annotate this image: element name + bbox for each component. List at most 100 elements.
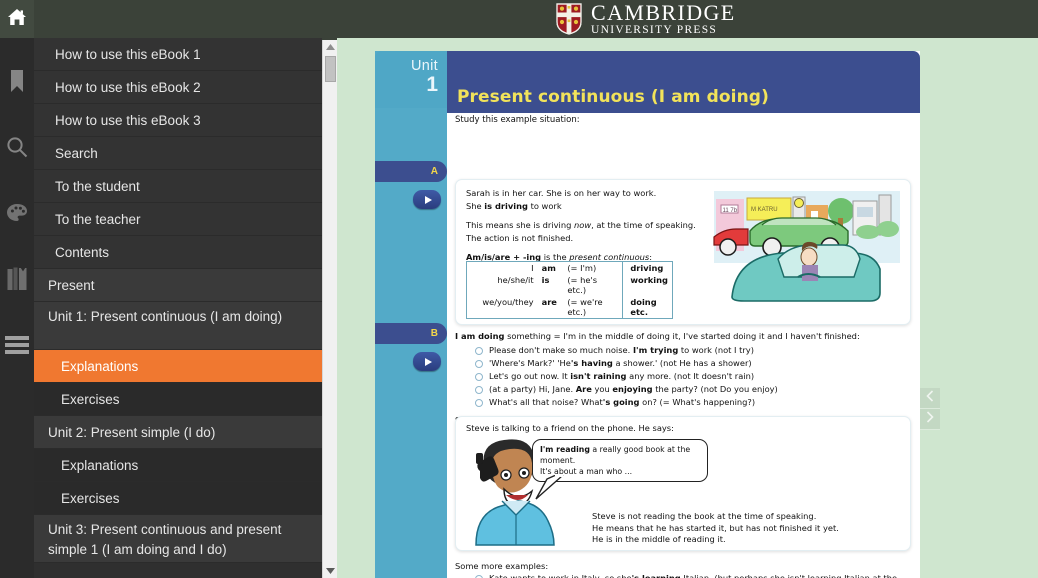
home-icon — [7, 8, 27, 31]
cambridge-logo: CAMBRIDGE UNIVERSITY PRESS — [556, 0, 736, 38]
example-p1-c: to work — [527, 200, 562, 211]
section-band-a: A — [375, 161, 447, 182]
palette-icon — [6, 203, 28, 227]
phone-note-l1: Steve is not reading the book at the tim… — [592, 511, 817, 521]
bullet-bold: 's going — [602, 396, 640, 407]
bullet-pre: Please don't make so much noise. — [489, 344, 633, 355]
bullet-mid: you — [591, 383, 613, 394]
sidebar-item-how-to-use-this-ebook-3[interactable]: How to use this eBook 3 — [34, 104, 322, 137]
example-p2-b: , at the time of speaking. — [591, 220, 696, 230]
speech-bubble-tail — [535, 475, 564, 500]
section-b-example-item: Please don't make so much noise. I'm try… — [475, 345, 915, 357]
sidebar-item-how-to-use-this-ebook-2[interactable]: How to use this eBook 2 — [34, 71, 322, 104]
scrollbar-thumb[interactable] — [325, 56, 336, 82]
example-p2: This means she is driving now, at the ti… — [466, 219, 701, 244]
section-b-intro-rest: something = I'm in the middle of doing i… — [504, 331, 860, 341]
ebook-reader-app: CAMBRIDGE UNIVERSITY PRESS How to use th… — [0, 0, 1038, 578]
car-illustration: 11 7b M KATRU — [713, 191, 900, 302]
section-b-example-item: Let's go out now. It isn't raining any m… — [475, 371, 915, 383]
ebook-page: Unit 1 A B C Present continuous (I am do… — [375, 51, 920, 578]
bullet-bold: I'm trying — [632, 344, 679, 355]
unit-badge: Unit 1 — [375, 51, 447, 108]
top-bar: CAMBRIDGE UNIVERSITY PRESS — [0, 0, 1038, 38]
library-icon-button[interactable] — [0, 248, 34, 314]
sidebar-item-explanations[interactable]: Explanations — [34, 350, 322, 383]
bullet-bold: 's having — [570, 357, 613, 368]
example-p2-italic: now — [574, 220, 592, 230]
sidebar-item-to-the-teacher[interactable]: To the teacher — [34, 203, 322, 236]
home-button[interactable] — [0, 0, 34, 38]
sidebar-item-label: Exercises — [61, 491, 120, 506]
bullet-bold2: enjoying — [612, 383, 653, 394]
sidebar-item-label: Search — [55, 146, 98, 161]
prev-page-arrow — [926, 389, 934, 407]
sidebar-item-search[interactable]: Search — [34, 137, 322, 170]
sidebar-item-unit-1-present-continuous-i-am-doing[interactable]: Unit 1: Present continuous (I am doing) — [34, 302, 322, 350]
sidebar-item-label: Explanations — [61, 458, 139, 473]
sidebar-item-exercises[interactable]: Exercises — [34, 482, 322, 515]
sidebar-item-explanations[interactable]: Explanations — [34, 449, 322, 482]
sidebar-item-label: Present — [48, 278, 95, 293]
bubble-line-2: It's about a man who ... — [540, 467, 633, 476]
verb-form-ing: working — [622, 274, 672, 296]
more-examples-list: Kate wants to work in Italy, so she's le… — [455, 573, 915, 578]
example-p1-b: She — [466, 200, 485, 211]
sidebar-item-present[interactable]: Present — [34, 269, 322, 302]
sidebar-item-unit-2-present-simple-i-do[interactable]: Unit 2: Present simple (I do) — [34, 416, 322, 449]
sidebar-item-label: Unit 1: Present continuous (I am doing) — [48, 309, 283, 324]
unit-title-bar: Present continuous (I am doing) — [447, 51, 920, 113]
sidebar-scrollbar[interactable] — [322, 40, 337, 578]
bullet-bold: Are — [575, 383, 592, 394]
title-end: ) — [761, 87, 769, 107]
bullet-post: a shower.' (not He has a shower) — [612, 357, 752, 368]
sidebar-item-exercises[interactable]: Exercises — [34, 383, 322, 416]
prev-page-button[interactable] — [920, 388, 940, 409]
more-examples-section: Some more examples: Kate wants to work i… — [455, 561, 915, 578]
example-p2-c: The action is not finished. — [466, 232, 574, 243]
sidebar-item-unit-3-present-continuous-and-present-simple-1-i-am-doing-and-i-do[interactable]: Unit 3: Present continuous and present s… — [34, 515, 322, 563]
table-of-contents-sidebar[interactable]: How to use this eBook 1 How to use this e… — [34, 38, 322, 578]
verb-form-subject: I — [531, 263, 534, 273]
sidebar-item-label: To the teacher — [55, 212, 141, 227]
play-audio-b[interactable] — [413, 352, 441, 371]
bubble-bold: I'm reading — [540, 445, 590, 454]
phone-note-l2: He means that he has started it, but has… — [592, 522, 839, 533]
verb-form-table: Iam (= I'm) driving he/she/it is (= he's etc.… — [466, 261, 673, 319]
section-a-lead: Study this example situation: — [455, 115, 580, 125]
bullet-bold: 's learning — [631, 572, 681, 578]
section-b-intro: I am doing something = I'm in the middle… — [455, 331, 915, 343]
sidebar-item-contents[interactable]: Contents — [34, 236, 322, 269]
scroll-down-arrow[interactable] — [323, 564, 338, 578]
menu-icon-button[interactable] — [0, 314, 34, 380]
section-b-example-item: What's all that noise? What's going on? … — [475, 397, 915, 409]
sidebar-item-label: Unit 3: Present continuous and present s… — [48, 522, 282, 557]
verb-form-contraction: (= I'm) — [567, 263, 597, 273]
verb-form-row: he/she/it is (= he's etc.) working — [467, 274, 672, 296]
more-examples-title: Some more examples: — [455, 561, 549, 571]
sidebar-item-label: Contents — [55, 245, 110, 260]
example-box: Sarah is in her car. She is on her way t… — [455, 179, 911, 325]
play-audio-a[interactable] — [413, 190, 441, 209]
palette-icon-button[interactable] — [0, 182, 34, 248]
sidebar-item-how-to-use-this-ebook-1[interactable]: How to use this eBook 1 — [34, 38, 322, 71]
example-p1-bold: is driving — [484, 200, 528, 211]
more-example-item: Kate wants to work in Italy, so she's le… — [475, 573, 915, 578]
bullet-post: to work (not I try) — [678, 344, 754, 355]
scroll-up-arrow[interactable] — [323, 40, 338, 54]
svg-text:M KATRU: M KATRU — [751, 207, 778, 213]
section-b-content: I am doing something = I'm in the middle… — [455, 331, 915, 426]
logo-line-1: CAMBRIDGE — [591, 0, 736, 25]
next-page-button[interactable] — [920, 409, 940, 430]
bullet-pre: What's all that noise? What — [489, 396, 603, 407]
sidebar-item-to-the-student[interactable]: To the student — [34, 170, 322, 203]
bullet-pre: Kate wants to work in Italy, so she — [489, 572, 632, 578]
example-p1-a: Sarah is in her car. She is on her way t… — [466, 188, 657, 198]
bookmark-icon-button[interactable] — [0, 50, 34, 116]
verb-form-verb: am — [541, 263, 556, 273]
bullet-pre: Let's go out now. It — [489, 370, 571, 381]
section-b-example-item: 'Where's Mark?' 'He's having a shower.' … — [475, 358, 915, 370]
page-title: Present continuous (I am doing) — [457, 87, 769, 107]
section-b-example-item: (at a party) Hi, Jane. Are you enjoying … — [475, 384, 915, 396]
search-icon-button[interactable] — [0, 116, 34, 182]
verb-form-subject: we/you/they — [482, 297, 534, 307]
